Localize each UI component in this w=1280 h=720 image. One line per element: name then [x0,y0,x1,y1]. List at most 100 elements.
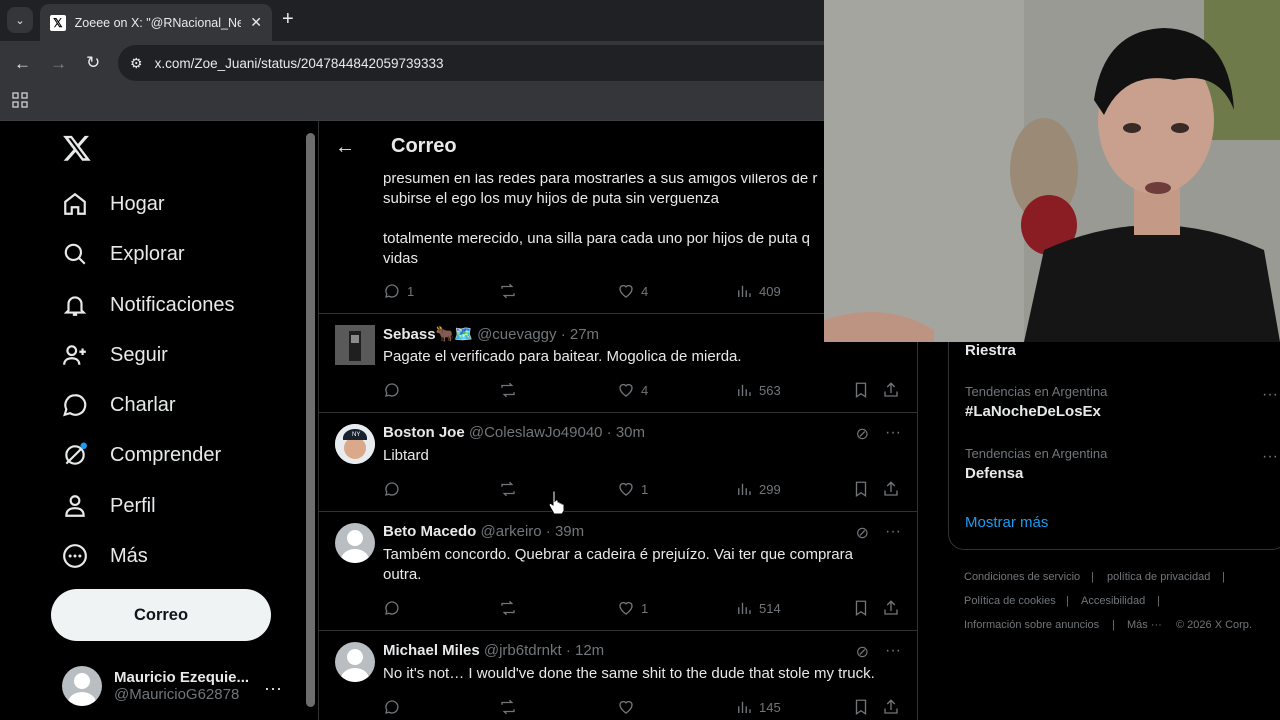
share-button[interactable] [882,698,900,716]
forward-icon[interactable]: → [50,54,67,74]
footer-privacy-link[interactable]: política de privacidad [1107,571,1210,583]
reply-time[interactable]: · 30m [607,424,645,441]
like-count: 1 [641,481,649,497]
views-button[interactable]: 299 [735,480,781,498]
nav-notifications[interactable]: Notificaciones [62,285,235,325]
tab-search-button[interactable]: ⌄ [7,7,33,33]
repost-button[interactable] [499,381,517,399]
trend-name: Defensa [965,465,1024,482]
repost-button[interactable] [499,282,517,300]
footer-accessibility-link[interactable]: Accesibilidad [1081,595,1145,607]
trend-more-icon[interactable]: ··· [1262,448,1278,466]
new-tab-button[interactable]: + [282,8,294,31]
nav-profile[interactable]: Perfil [62,486,156,526]
post-button[interactable]: Correo [51,589,271,641]
reply-time[interactable]: · 27m [561,326,599,343]
post-more-icon[interactable]: ··· [885,523,901,543]
x-logo-icon[interactable] [62,133,92,171]
footer-more-link[interactable]: Más ··· [1127,619,1162,631]
bookmark-icon [855,600,867,617]
share-button[interactable] [882,599,900,617]
like-button[interactable]: 1 [617,599,648,617]
repost-button[interactable] [499,599,517,617]
footer-terms-link[interactable]: Condiciones de servicio [964,571,1080,583]
nav-home[interactable]: Hogar [62,184,164,224]
views-button[interactable]: 145 [735,698,781,716]
back-arrow-icon[interactable]: ← [335,136,355,159]
like-button[interactable]: 4 [617,282,648,300]
scrollbar-thumb[interactable] [306,133,315,707]
reply-author-handle[interactable]: @jrb6tdrnkt [484,642,562,659]
like-button[interactable] [617,698,635,716]
reply-author-name[interactable]: Boston Joe [383,424,465,441]
views-button[interactable]: 409 [735,282,781,300]
reply-author-handle[interactable]: @arkeiro [481,523,542,540]
reply-time[interactable]: · 12m [566,642,604,659]
bookmark-button[interactable] [852,381,870,399]
site-info-icon[interactable]: ⚙ [130,55,143,72]
nav-label: Hogar [110,192,165,215]
back-icon[interactable]: ← [14,54,31,74]
reply-author-handle[interactable]: @ColeslawJo49040 [469,424,603,441]
like-button[interactable]: 1 [617,480,648,498]
views-button[interactable]: 563 [735,381,781,399]
trend-name: #LaNocheDeLosEx [965,403,1101,420]
search-icon [64,243,86,265]
footer-sep: | [1066,595,1069,607]
reply-button[interactable] [383,381,401,399]
trend-item[interactable]: Riestra [965,342,1016,359]
reply-button[interactable]: 1 [383,282,414,300]
reply-author-name[interactable]: Michael Miles [383,642,480,659]
address-bar[interactable]: ⚙ x.com/Zoe_Juani/status/204784484205973… [118,45,918,81]
show-more-link[interactable]: Mostrar más [965,514,1048,531]
browser-tab[interactable]: 𝕏 Zoeee on X: "@RNacional_New ✕ [40,4,272,41]
nav-follow[interactable]: Seguir [62,335,168,375]
repost-icon [501,600,515,616]
reply-author-name[interactable]: Sebass🐂🗺️ [383,326,473,343]
bookmark-button[interactable] [852,698,870,716]
reply-author-handle[interactable]: @cuevaggy [477,326,556,343]
repost-button[interactable] [499,698,517,716]
repost-icon [501,382,515,398]
account-more-icon[interactable]: ··· [264,678,282,699]
reply-top-actions: ⊘ ··· [856,523,901,543]
like-count: 4 [641,382,649,398]
post-more-icon[interactable]: ··· [885,424,901,444]
bookmark-icon [855,699,867,716]
trend-item[interactable]: Tendencias en Argentina Defensa [965,446,1107,482]
avatar [335,642,375,682]
close-tab-icon[interactable]: ✕ [250,14,262,31]
account-switcher[interactable]: Mauricio Ezequie... @MauricioG62878 [62,666,254,706]
avatar [335,325,375,365]
repost-button[interactable] [499,480,517,498]
person-icon [65,495,85,517]
bookmark-button[interactable] [852,599,870,617]
views-button[interactable]: 514 [735,599,781,617]
apps-grid-icon[interactable] [12,92,28,113]
share-button[interactable] [882,480,900,498]
nav-more[interactable]: Más [62,536,148,576]
grok-explain-icon[interactable]: ⊘ [856,523,869,543]
nav-explore[interactable]: Explorar [62,234,184,274]
post-more-icon[interactable]: ··· [885,642,901,662]
share-icon [884,481,898,496]
grok-explain-icon[interactable]: ⊘ [856,642,869,662]
reply-button[interactable] [383,599,401,617]
reply-time[interactable]: · 39m [546,523,584,540]
reply-button[interactable] [383,698,401,716]
reload-icon[interactable]: ↻ [86,53,100,73]
bookmark-button[interactable] [852,480,870,498]
grok-explain-icon[interactable]: ⊘ [856,424,869,444]
reply-button[interactable] [383,480,401,498]
footer-ads-link[interactable]: Información sobre anuncios [964,619,1099,631]
nav-chat[interactable]: Charlar [62,385,176,425]
trend-more-icon[interactable]: ··· [1262,386,1278,404]
reply-author-name[interactable]: Beto Macedo [383,523,476,540]
footer-cookies-link[interactable]: Política de cookies [964,595,1056,607]
share-button[interactable] [882,381,900,399]
webcam-overlay [824,0,1280,342]
nav-grok[interactable]: Comprender [62,435,221,475]
trend-item[interactable]: Tendencias en Argentina #LaNocheDeLosEx [965,384,1107,420]
like-button[interactable]: 4 [617,381,648,399]
view-count: 563 [759,382,781,398]
